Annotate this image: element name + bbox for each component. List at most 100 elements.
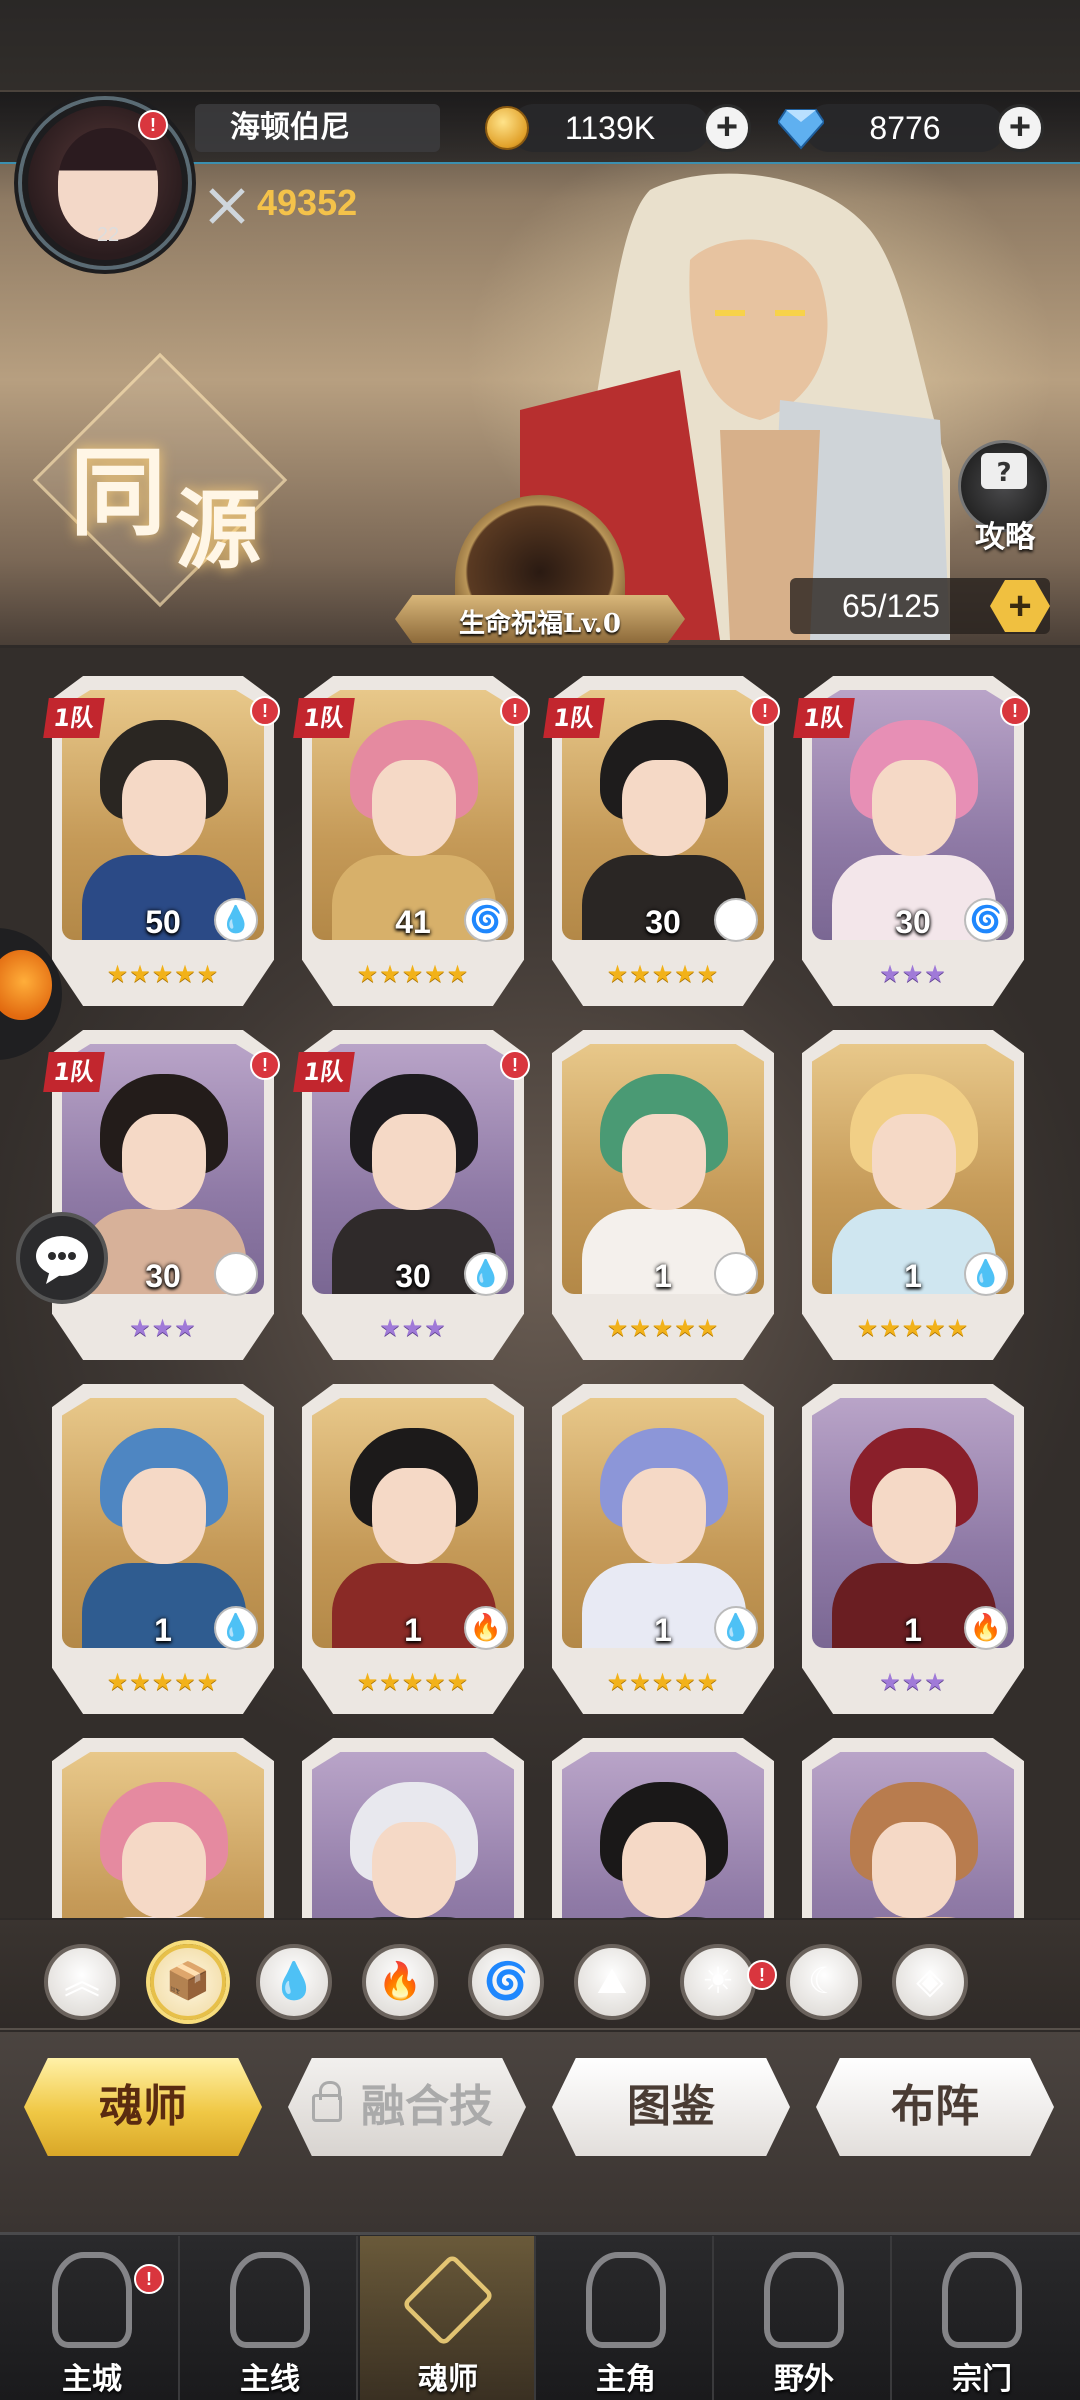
star-rating: ★★★★★ xyxy=(106,1668,220,1696)
nav-wild[interactable]: 野外 xyxy=(716,2236,892,2400)
filter-rank-up-icon[interactable]: ︽ xyxy=(44,1944,120,2020)
character-card[interactable] xyxy=(802,1738,1024,1918)
nav-soul-master[interactable]: 魂师 xyxy=(360,2236,536,2400)
filter-void-icon[interactable]: ◈ xyxy=(892,1944,968,2020)
main-city-alert-badge: ! xyxy=(134,2264,164,2294)
character-portrait xyxy=(812,1752,1014,1918)
character-face xyxy=(622,1468,706,1564)
character-card[interactable] xyxy=(552,1738,774,1918)
filter-light-icon[interactable]: ☀ xyxy=(680,1944,756,2020)
character-face xyxy=(122,1822,206,1918)
sect-emblem-icon xyxy=(942,2252,1022,2348)
star-rating: ★★★★★ xyxy=(606,1668,720,1696)
banner-title-char-2: 源 xyxy=(175,480,261,581)
card-alert-badge: ! xyxy=(500,696,530,726)
nav-main-city-label: 主城 xyxy=(62,2362,122,2397)
character-card[interactable] xyxy=(302,1738,524,1918)
fire-element-icon: 🔥 xyxy=(464,1606,508,1650)
earth-element-icon: ⛰ xyxy=(214,1252,258,1296)
nav-protagonist[interactable]: 主角 xyxy=(538,2236,714,2400)
character-face xyxy=(622,1114,706,1210)
card-alert-badge: ! xyxy=(500,1050,530,1080)
character-face xyxy=(872,1114,956,1210)
crossed-swords-icon xyxy=(209,188,245,224)
soul-master-grid[interactable]: 50 💧 ★★★★★ 1队! 41 🌀 ★★★★★ 1队! 30 ⛰ ★★★★★ 1队! 30 🌀 ★★★ 1… xyxy=(0,648,1080,1918)
character-card[interactable]: 1 💧 ★★★★★ xyxy=(552,1384,774,1714)
coin-icon xyxy=(485,106,529,150)
water-element-icon: 💧 xyxy=(714,1606,758,1650)
fire-element-icon: 🔥 xyxy=(964,1606,1008,1650)
add-gems-button[interactable]: + xyxy=(996,104,1044,152)
water-element-icon: 💧 xyxy=(214,898,258,942)
sword-shield-icon xyxy=(230,2252,310,2348)
filter-dark-icon[interactable]: ☾ xyxy=(786,1944,862,2020)
tab-codex[interactable]: 图鉴 xyxy=(552,2058,790,2156)
filter-water-icon[interactable]: 💧 xyxy=(256,1944,332,2020)
character-face xyxy=(372,1468,456,1564)
nav-wild-label: 野外 xyxy=(774,2362,834,2397)
team-tag: 1队 xyxy=(293,698,355,738)
filter-fire-icon[interactable]: 🔥 xyxy=(362,1944,438,2020)
wind-element-icon: 🌀 xyxy=(964,898,1008,942)
codex-alert-badge: ! xyxy=(747,1960,777,1990)
diamond-icon xyxy=(778,109,824,150)
character-portrait xyxy=(562,1752,764,1918)
svg-text:?: ? xyxy=(996,458,1011,488)
progress-value: 65/125 xyxy=(842,588,940,624)
filter-wind-icon[interactable]: 🌀 xyxy=(468,1944,544,2020)
character-card[interactable]: 1 🔥 ★★★★★ xyxy=(302,1384,524,1714)
character-face xyxy=(122,760,206,856)
team-tag: 1队 xyxy=(543,698,605,738)
nav-sect[interactable]: 宗门 xyxy=(894,2236,1070,2400)
filter-all-icon[interactable]: 📦 xyxy=(150,1944,226,2020)
star-rating: ★★★★★ xyxy=(106,960,220,988)
tab-fusion-label: 融合技 xyxy=(361,2081,493,2132)
character-face xyxy=(622,1822,706,1918)
character-face xyxy=(872,1468,956,1564)
character-face xyxy=(372,1822,456,1918)
star-rating: ★★★★★ xyxy=(606,1314,720,1342)
card-alert-badge: ! xyxy=(1000,696,1030,726)
character-card[interactable]: 1 🔥 ★★★ xyxy=(802,1384,1024,1714)
star-rating: ★★★ xyxy=(129,1314,197,1342)
character-face xyxy=(122,1114,206,1210)
chat-bubble-icon xyxy=(36,1236,88,1284)
tab-soul-master[interactable]: 魂师 xyxy=(24,2058,262,2156)
character-card[interactable]: 1 💧 ★★★★★ xyxy=(802,1030,1024,1360)
card-alert-badge: ! xyxy=(750,696,780,726)
character-card[interactable]: 1 💧 ★★★★★ xyxy=(52,1384,274,1714)
light-element-icon: ☀ xyxy=(714,1252,758,1296)
avatar-alert-badge: ! xyxy=(138,110,168,140)
filter-earth-icon[interactable]: ⛰ xyxy=(574,1944,650,2020)
team-tag: 1队 xyxy=(293,1052,355,1092)
earth-element-icon: ⛰ xyxy=(714,898,758,942)
banner-title-char-1: 同 xyxy=(70,436,166,549)
team-tag: 1队 xyxy=(43,1052,105,1092)
hooded-figure-icon xyxy=(586,2252,666,2348)
character-portrait xyxy=(62,1752,264,1918)
team-tag: 1队 xyxy=(793,698,855,738)
guide-label: 攻略 xyxy=(975,520,1035,555)
chat-button[interactable] xyxy=(16,1212,108,1304)
star-rating: ★★★★★ xyxy=(356,960,470,988)
character-face xyxy=(122,1468,206,1564)
star-rating: ★★★ xyxy=(379,1314,447,1342)
character-card[interactable] xyxy=(52,1738,274,1918)
star-rating: ★★★★★ xyxy=(856,1314,970,1342)
shield-sword-icon xyxy=(764,2252,844,2348)
character-face xyxy=(872,760,956,856)
tab-formation[interactable]: 布阵 xyxy=(816,2058,1054,2156)
player-level: 22 xyxy=(96,224,120,246)
castle-icon xyxy=(52,2252,132,2348)
lock-icon xyxy=(312,2081,342,2122)
nav-main-city[interactable]: 主城 xyxy=(4,2236,180,2400)
nav-main-line[interactable]: 主线 xyxy=(182,2236,358,2400)
water-element-icon: 💧 xyxy=(214,1606,258,1650)
nav-protagonist-label: 主角 xyxy=(596,2362,656,2397)
character-face xyxy=(372,1114,456,1210)
gem-amount: 8776 xyxy=(805,104,1005,152)
character-face xyxy=(872,1822,956,1918)
star-rating: ★★★ xyxy=(879,960,947,988)
add-coins-button[interactable]: + xyxy=(703,104,751,152)
character-card[interactable]: 1 ☀ ★★★★★ xyxy=(552,1030,774,1360)
